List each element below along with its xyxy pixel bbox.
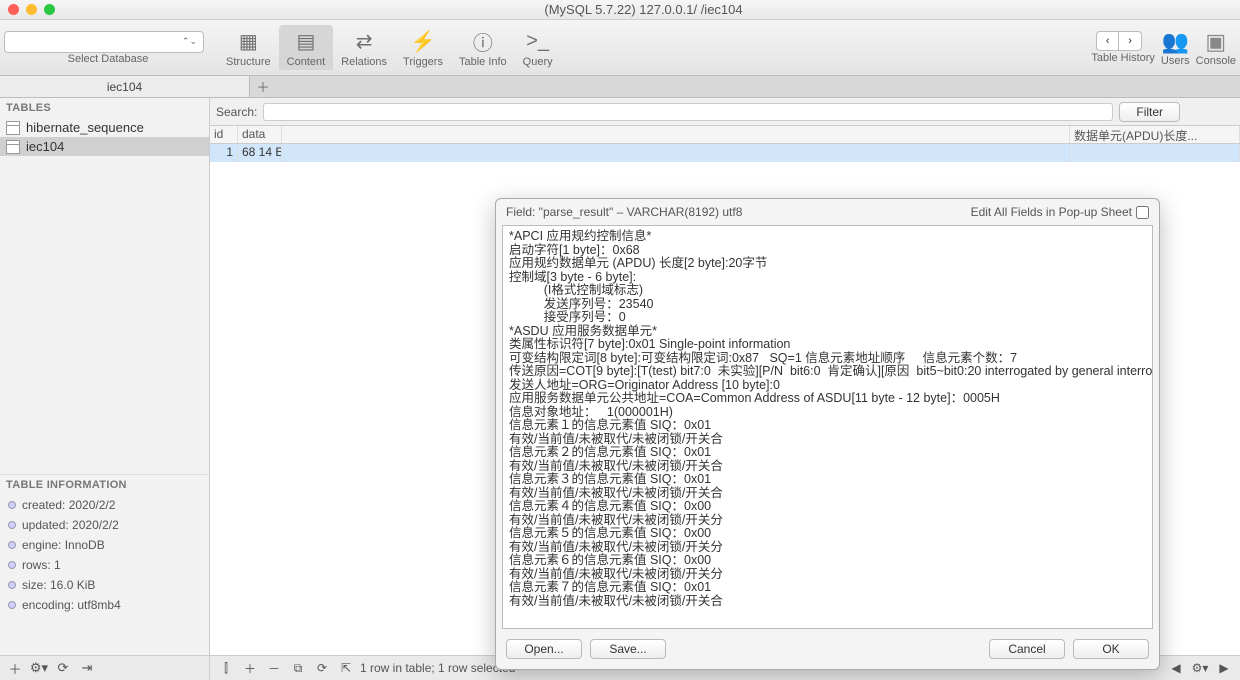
add-table-button[interactable]: ＋ [4,659,26,677]
tab-add-button[interactable]: ＋ [250,76,276,97]
nav-back-icon[interactable]: ‹ [1097,32,1119,50]
table-history-label: Table History [1091,52,1155,64]
split-icon[interactable]: ⫿ [216,661,236,676]
console-icon: ▣ [1205,29,1226,55]
close-window-icon[interactable] [8,4,19,15]
toolbar-content[interactable]: ▤Content [279,25,334,70]
col-blank[interactable] [282,126,1070,143]
database-select-label: Select Database [68,53,149,65]
info-rows: rows: 1 [0,555,209,575]
col-id[interactable]: id [210,126,238,143]
toolbar: Select Database ▦Structure▤Content⇄Relat… [0,20,1240,76]
toolbar-structure[interactable]: ▦Structure [218,25,279,70]
refresh-content-button[interactable]: ⟳ [312,661,332,675]
bullet-icon [8,601,16,609]
ok-button[interactable]: OK [1073,639,1149,659]
remove-row-button[interactable]: － [264,660,284,677]
open-button[interactable]: Open... [506,639,582,659]
query-icon: >_ [524,27,552,55]
duplicate-row-button[interactable]: ⧉ [288,661,308,676]
collapse-icon[interactable]: ⇥ [76,659,98,677]
col-apdu[interactable]: 数据单元(APDU)长度... [1070,126,1240,143]
field-label: Field: "parse_result" – VARCHAR(8192) ut… [506,205,742,219]
tabbar: iec104 ＋ [0,76,1240,98]
users-icon: 👥 [1162,29,1189,55]
content-icon: ▤ [292,27,320,55]
col-data[interactable]: data [238,126,282,143]
bullet-icon [8,581,16,589]
window-title: (MySQL 5.7.22) 127.0.0.1/ /iec104 [55,2,1232,17]
tables-header: TABLES [0,98,209,118]
refresh-tables-button[interactable]: ⟳ [52,659,74,677]
gear-icon[interactable]: ⚙︎▾ [28,659,50,677]
triggers-icon: ⚡ [409,27,437,55]
minimize-window-icon[interactable] [26,4,37,15]
pane-icon[interactable]: ⇱ [336,661,356,675]
table-info-header: TABLE INFORMATION [0,474,209,495]
users-button[interactable]: 👥 Users [1161,29,1190,67]
toolbar-triggers[interactable]: ⚡Triggers [395,25,451,70]
status-text: 1 row in table; 1 row selected [360,661,515,675]
nav-forward-icon[interactable]: › [1119,32,1141,50]
table-item-hibernate_sequence[interactable]: hibernate_sequence [0,118,209,137]
toolbar-table-info[interactable]: ⓘTable Info [451,25,515,70]
cancel-button[interactable]: Cancel [989,639,1065,659]
add-row-button[interactable]: ＋ [240,660,260,677]
table-item-iec104[interactable]: iec104 [0,137,209,156]
bullet-icon [8,501,16,509]
structure-icon: ▦ [234,27,262,55]
table-icon [6,140,20,154]
info-encoding: encoding: utf8mb4 [0,595,209,615]
save-button[interactable]: Save... [590,639,666,659]
page-prev-button[interactable]: ◀ [1166,661,1186,675]
bullet-icon [8,521,16,529]
titlebar: (MySQL 5.7.22) 127.0.0.1/ /iec104 [0,0,1240,20]
table info-icon: ⓘ [469,27,497,55]
sidebar: TABLES hibernate_sequenceiec104 TABLE IN… [0,98,210,655]
search-input[interactable] [263,103,1113,121]
table-icon [6,121,20,135]
bullet-icon [8,561,16,569]
popup-checkbox[interactable] [1136,206,1149,219]
table-header: id data 数据单元(APDU)长度... [210,126,1240,144]
content-area: Search: Filter id data 数据单元(APDU)长度... 1… [210,98,1240,655]
filter-button[interactable]: Filter [1119,102,1180,122]
field-editor-modal: Field: "parse_result" – VARCHAR(8192) ut… [495,198,1160,670]
nav-arrows[interactable]: ‹› [1096,31,1142,51]
search-label: Search: [216,105,257,119]
info-updated: updated: 2020/2/2 [0,515,209,535]
toolbar-relations[interactable]: ⇄Relations [333,25,395,70]
page-next-button[interactable]: ▶ [1214,661,1234,675]
console-button[interactable]: ▣ Console [1196,29,1236,67]
popup-sheet-toggle[interactable]: Edit All Fields in Pop-up Sheet [971,205,1149,219]
tab-iec104[interactable]: iec104 [0,76,250,97]
info-size: size: 16.0 KiB [0,575,209,595]
toolbar-query[interactable]: >_Query [515,25,561,70]
relations-icon: ⇄ [350,27,378,55]
info-engine: engine: InnoDB [0,535,209,555]
page-gear-icon[interactable]: ⚙︎▾ [1190,661,1210,675]
bullet-icon [8,541,16,549]
table-row[interactable]: 1 68 14 E [210,144,1240,162]
info-created: created: 2020/2/2 [0,495,209,515]
zoom-window-icon[interactable] [44,4,55,15]
database-select[interactable] [4,31,204,53]
field-text-area[interactable]: *APCI 应用规约控制信息* 启动字符[1 byte]：0x68 应用规约数据… [502,225,1153,629]
